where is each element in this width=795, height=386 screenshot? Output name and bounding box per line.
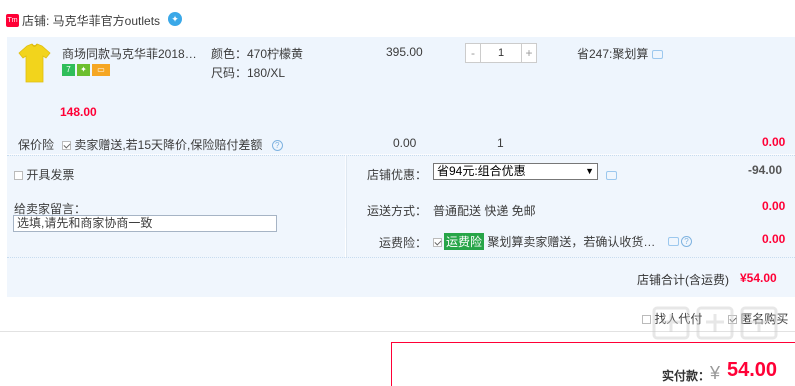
promo-text: 省247:聚划算 [577,47,649,61]
payment-currency: ¥ [710,363,721,383]
product-sku: 颜色：470柠檬黄 尺码：180/XL [211,45,303,83]
payment-label: 实付款： [662,369,711,383]
unit-price: 395.00 [386,45,423,59]
discount-amount: -94.00 [748,163,783,177]
freight-insurance-text: 聚划算卖家赠送，若确认收货… [487,235,656,249]
freight-insurance-desc: 运费险 聚划算卖家赠送，若确认收货… [433,233,655,250]
insurance-checkbox[interactable] [62,141,71,151]
sku-size: 尺码：180/XL [211,66,286,80]
discount-selected-value: 省94元:组合优惠 [437,164,526,178]
insurance-qty: 1 [497,136,504,150]
freight-insurance-icons: ? [664,234,692,248]
insurance-desc-text: 卖家赠送,若15天降价,保险赔付差额 [74,138,263,152]
item-promo: 省247:聚划算 [577,45,664,62]
invoice-checkbox[interactable] [14,171,23,181]
insurance-total: 0.00 [762,135,786,149]
guarantee-icon: ✦ [77,64,90,76]
promo-comment-icon[interactable] [652,50,664,60]
comment-icon[interactable] [668,237,679,247]
shop-summary-label: 店铺合计(含运费) [637,273,729,287]
help-icon[interactable]: ? [681,236,692,248]
chevron-down-icon: ▼ [585,166,594,176]
shop-name-link[interactable]: 店铺: 马克华菲官方outlets [22,12,160,29]
invoice-option[interactable]: 开具发票 [14,166,74,183]
freight-insurance-amount: 0.00 [762,232,786,246]
freight-insurance-label: 运费险： [379,236,428,250]
product-thumbnail[interactable] [18,43,51,83]
qty-input[interactable]: 1 [481,43,521,63]
shipping-method: 普通配送 快递 免邮 [433,204,536,218]
seller-message-input[interactable]: 选填,请先和商家协商一致 [13,215,277,232]
seven-day-return-icon: 7 [62,64,75,76]
credit-card-icon: ▭ [92,64,110,76]
freight-insurance-checkbox[interactable] [433,238,442,248]
invoice-label: 开具发票 [26,168,75,182]
product-service-tags: 7 ✦ ▭ [62,64,112,76]
item-subtotal: 148.00 [60,105,97,119]
freight-insurance-badge: 运费险 [444,233,485,250]
shipping-amount: 0.00 [762,199,786,213]
qty-increase-button[interactable]: + [521,43,537,63]
shop-summary-amount: ¥54.00 [740,271,777,285]
insurance-price: 0.00 [393,136,417,150]
tmall-logo-icon: Tm [6,14,19,27]
shop-discount-label: 店铺优惠： [367,168,428,182]
qty-decrease-button[interactable]: - [465,43,481,63]
help-icon[interactable]: ? [271,140,283,152]
shipping-label: 运送方式： [367,204,428,218]
insurance-label: 保价险 [18,138,55,152]
insurance-desc: 卖家赠送,若15天降价,保险赔付差额 ? [62,136,283,153]
shop-chat-icon[interactable]: ✦ [168,12,182,26]
discount-comment-icon[interactable] [602,168,617,182]
product-title-link[interactable]: 商场同款马克华菲2018夏季新款 [62,45,207,62]
quantity-stepper: - 1 + [465,43,537,63]
payment-amount: 54.00 [727,359,778,381]
sku-color: 颜色：470柠檬黄 [211,47,304,61]
shop-discount-select[interactable]: 省94元:组合优惠 ▼ [433,163,598,180]
comment-icon [606,171,617,181]
